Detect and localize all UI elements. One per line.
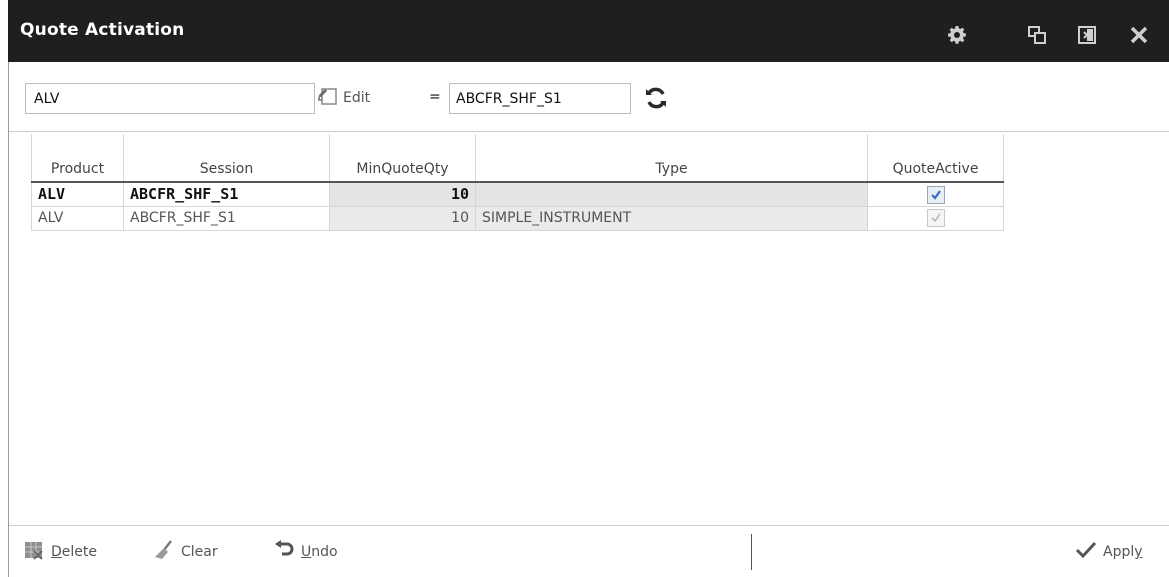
table-row[interactable]: ALV ABCFR_SHF_S1 10 SIMPLE_INSTRUMENT [31,205,1004,231]
undo-button[interactable]: Undo [273,540,338,564]
window-body: Edit = Product Session MinQuoteQty Type … [8,62,1169,577]
cell-min-quote-qty: 10 [329,205,476,231]
quote-activation-table: Product Session MinQuoteQty Type QuoteAc… [31,134,1004,231]
delete-button[interactable]: Delete [23,540,97,564]
cell-type[interactable] [475,181,868,207]
column-header-session[interactable]: Session [123,134,330,182]
action-bar: Delete Clear Undo Apply [9,525,1169,577]
delete-grid-icon [23,539,45,565]
quote-active-checkbox[interactable] [926,185,945,204]
session-input[interactable] [449,83,631,114]
product-input[interactable] [25,83,315,114]
undo-icon [273,539,295,565]
column-header-product[interactable]: Product [31,134,124,182]
undo-label: Undo [301,544,338,560]
title-bar: Quote Activation [8,0,1169,62]
dock-icon[interactable] [1078,26,1096,44]
cell-type: SIMPLE_INSTRUMENT [475,205,868,231]
broom-icon [153,539,175,565]
edit-button[interactable]: Edit [317,84,370,112]
table-header: Product Session MinQuoteQty Type QuoteAc… [31,134,1004,182]
table-row[interactable]: ALV ABCFR_SHF_S1 10 [31,181,1004,207]
cell-product: ALV [31,205,124,231]
close-icon[interactable] [1130,26,1148,44]
refresh-icon[interactable] [643,85,669,111]
cell-quote-active [867,181,1004,207]
cell-product: ALV [31,181,124,207]
gear-icon[interactable] [948,26,966,44]
delete-label: Delete [51,544,97,560]
cell-session: ABCFR_SHF_S1 [123,181,330,207]
cell-session: ABCFR_SHF_S1 [123,205,330,231]
column-header-quote-active[interactable]: QuoteActive [867,134,1004,182]
restore-window-icon[interactable] [1028,26,1046,44]
edit-icon [317,85,339,111]
column-header-min-quote-qty[interactable]: MinQuoteQty [329,134,476,182]
apply-button[interactable]: Apply [1075,540,1143,564]
cell-quote-active [867,205,1004,231]
quote-active-checkbox [926,209,945,227]
clear-label: Clear [181,544,218,560]
apply-label: Apply [1103,544,1143,560]
toolbar-separator [751,534,752,570]
clear-button[interactable]: Clear [153,540,218,564]
filter-toolbar: Edit = [9,62,1169,132]
window-title: Quote Activation [20,20,185,40]
edit-label: Edit [343,90,371,106]
cell-min-quote-qty[interactable]: 10 [329,181,476,207]
column-header-type[interactable]: Type [475,134,868,182]
equals-sign: = [429,89,441,105]
checkmark-icon [1075,539,1097,565]
